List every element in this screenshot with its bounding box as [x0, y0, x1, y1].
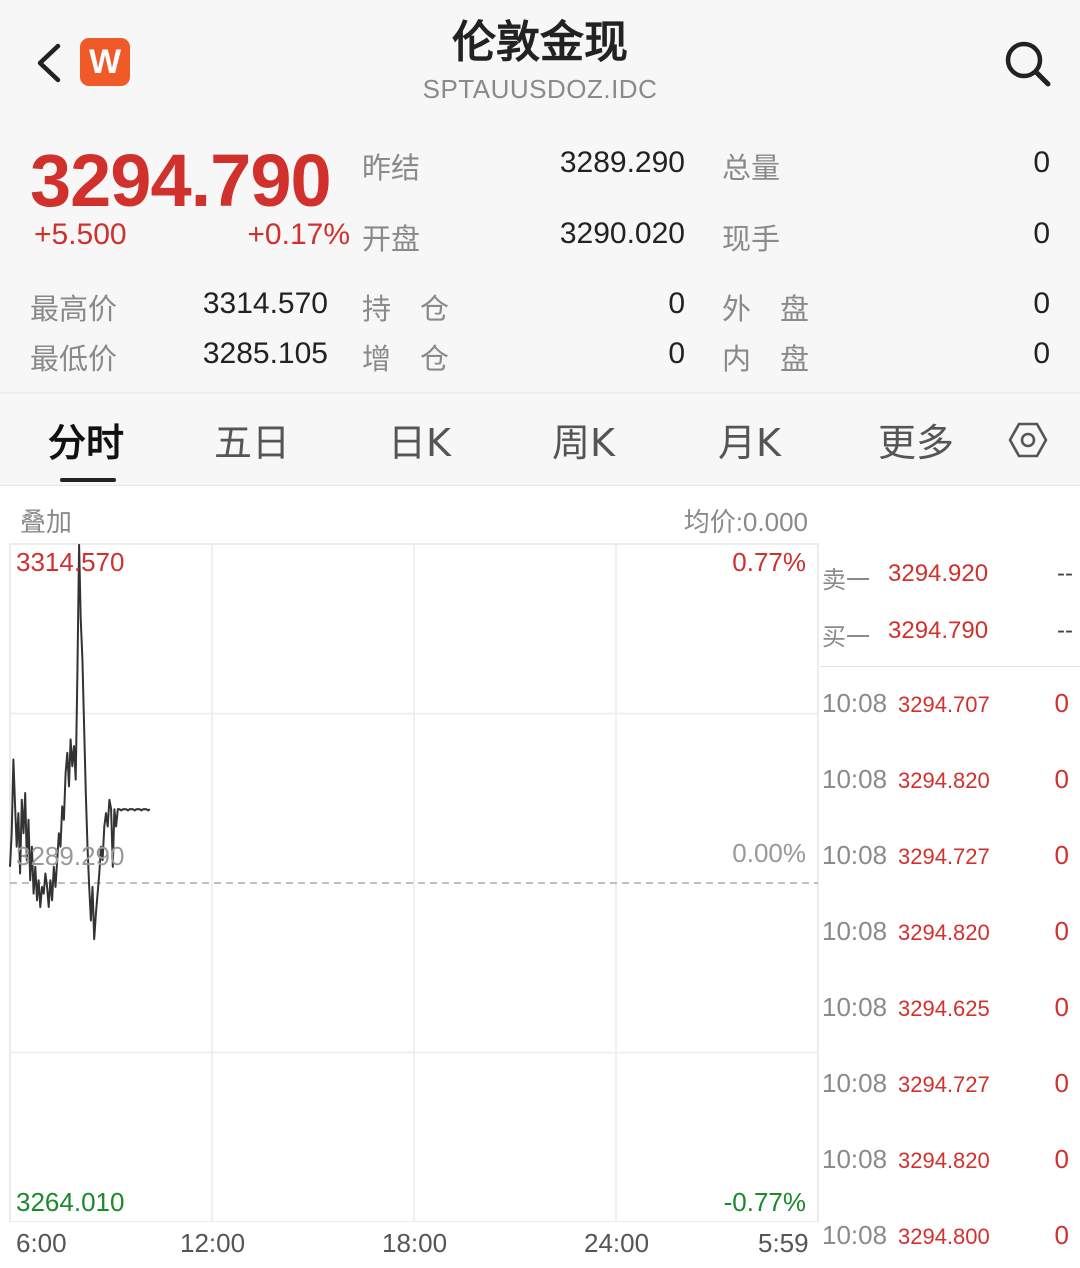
symbol-code: SPTAUUSDOZ.IDC: [422, 74, 658, 104]
trade-row: 10:08 3294.707 0: [820, 688, 1075, 728]
tab-intraday[interactable]: 分时: [48, 412, 124, 467]
outer-value: 0: [1033, 287, 1050, 320]
high-value: 3314.570: [202, 287, 328, 320]
trade-volume: 0: [1054, 1144, 1069, 1174]
trade-price: 3294.727: [898, 1072, 990, 1097]
prev-settle-label: 昨结: [362, 151, 421, 185]
current-volume-value: 0: [1033, 217, 1050, 250]
trade-price: 3294.727: [898, 844, 990, 869]
time-tick: 24:00: [584, 1228, 650, 1258]
pct-label-mid: 0.00%: [732, 838, 806, 868]
trade-row: 10:08 3294.727 0: [820, 840, 1075, 880]
tab-five-day[interactable]: 五日: [214, 412, 290, 467]
bid-row: 买一 3294.790 --: [820, 617, 1075, 657]
hold-label: 持 仓: [362, 292, 450, 326]
tab-weekly-k[interactable]: 周K: [552, 412, 615, 467]
total-volume-value: 0: [1033, 146, 1050, 179]
time-tick: 18:00: [382, 1228, 448, 1258]
trade-volume: 0: [1054, 1220, 1069, 1250]
trade-time: 10:08: [822, 764, 888, 794]
trade-volume: 0: [1054, 688, 1069, 718]
trade-time: 10:08: [822, 840, 888, 870]
settings-icon[interactable]: [1008, 420, 1048, 460]
trade-time: 10:08: [822, 992, 888, 1022]
price-line: [9, 543, 151, 941]
trade-time: 10:08: [822, 1144, 888, 1174]
add-position-label: 增 仓: [362, 342, 450, 376]
trade-row: 10:08 3294.820 0: [820, 764, 1075, 804]
y-label-top: 3314.570: [16, 547, 125, 577]
trade-time: 10:08: [822, 1068, 888, 1098]
trade-time: 10:08: [822, 1220, 888, 1250]
outer-label: 外 盘: [722, 292, 810, 326]
open-label: 开盘: [362, 222, 421, 256]
app-logo: W: [80, 38, 130, 86]
trade-row: 10:08 3294.800 0: [820, 1220, 1075, 1260]
trade-volume: 0: [1054, 1068, 1069, 1098]
inner-label: 内 盘: [722, 342, 810, 376]
tab-daily-k[interactable]: 日K: [388, 412, 451, 467]
bid-label: 买一: [822, 623, 870, 651]
ask-row: 卖一 3294.920 --: [820, 560, 1075, 600]
trade-price: 3294.820: [898, 768, 990, 793]
trade-row: 10:08 3294.625 0: [820, 992, 1075, 1032]
trade-price: 3294.820: [898, 920, 990, 945]
prev-settle-value: 3289.290: [559, 146, 685, 179]
price-change: +5.500: [34, 218, 127, 251]
pct-label-top: 0.77%: [732, 547, 806, 577]
trade-row: 10:08 3294.727 0: [820, 1068, 1075, 1108]
chevron-left-icon[interactable]: [30, 38, 70, 88]
overlay-button[interactable]: 叠加: [20, 502, 72, 539]
average-price-label: 均价:0.000: [683, 507, 808, 537]
tab-monthly-k[interactable]: 月K: [718, 412, 781, 467]
page-title: 伦敦金现: [452, 17, 628, 68]
inner-value: 0: [1033, 337, 1050, 370]
tab-more[interactable]: 更多: [878, 412, 954, 467]
last-price: 3294.790: [30, 139, 332, 222]
trade-time: 10:08: [822, 916, 888, 946]
trade-time: 10:08: [822, 688, 888, 718]
order-book-divider: [820, 666, 1080, 667]
trade-price: 3294.800: [898, 1224, 990, 1249]
time-tick: 5:59: [758, 1228, 809, 1258]
app-header: W 伦敦金现 SPTAUUSDOZ.IDC: [0, 0, 1080, 120]
trade-volume: 0: [1054, 840, 1069, 870]
price-series: [9, 543, 151, 941]
y-label-bottom: 3264.010: [16, 1187, 125, 1217]
trade-volume: 0: [1054, 764, 1069, 794]
trade-price: 3294.625: [898, 996, 990, 1021]
search-icon[interactable]: [1000, 36, 1056, 92]
chart-tabs: 分时 五日 日K 周K 月K 更多: [0, 394, 1080, 486]
trade-volume: 0: [1054, 916, 1069, 946]
time-tick: 12:00: [180, 1228, 246, 1258]
active-tab-indicator: [60, 478, 116, 482]
low-label: 最低价: [30, 342, 118, 376]
bid-price: 3294.790: [888, 617, 989, 644]
high-label: 最高价: [30, 292, 118, 326]
bid-volume: --: [1057, 617, 1073, 644]
y-label-mid: 3289.290: [16, 841, 125, 871]
ask-price: 3294.920: [888, 560, 989, 587]
trade-volume: 0: [1054, 992, 1069, 1022]
price-change-percent: +0.17%: [247, 218, 350, 251]
current-volume-label: 现手: [722, 222, 781, 256]
time-tick: 6:00: [16, 1228, 67, 1258]
trade-row: 10:08 3294.820 0: [820, 916, 1075, 956]
open-value: 3290.020: [559, 217, 685, 250]
trade-price: 3294.820: [898, 1148, 990, 1173]
pct-label-bottom: -0.77%: [723, 1187, 806, 1217]
low-value: 3285.105: [202, 337, 328, 370]
hold-value: 0: [668, 287, 685, 320]
intraday-chart[interactable]: [0, 540, 820, 1222]
total-volume-label: 总量: [722, 151, 781, 185]
add-position-value: 0: [668, 337, 685, 370]
trade-row: 10:08 3294.820 0: [820, 1144, 1075, 1184]
trade-price: 3294.707: [898, 692, 990, 717]
ask-label: 卖一: [822, 566, 870, 594]
ask-volume: --: [1057, 560, 1073, 587]
